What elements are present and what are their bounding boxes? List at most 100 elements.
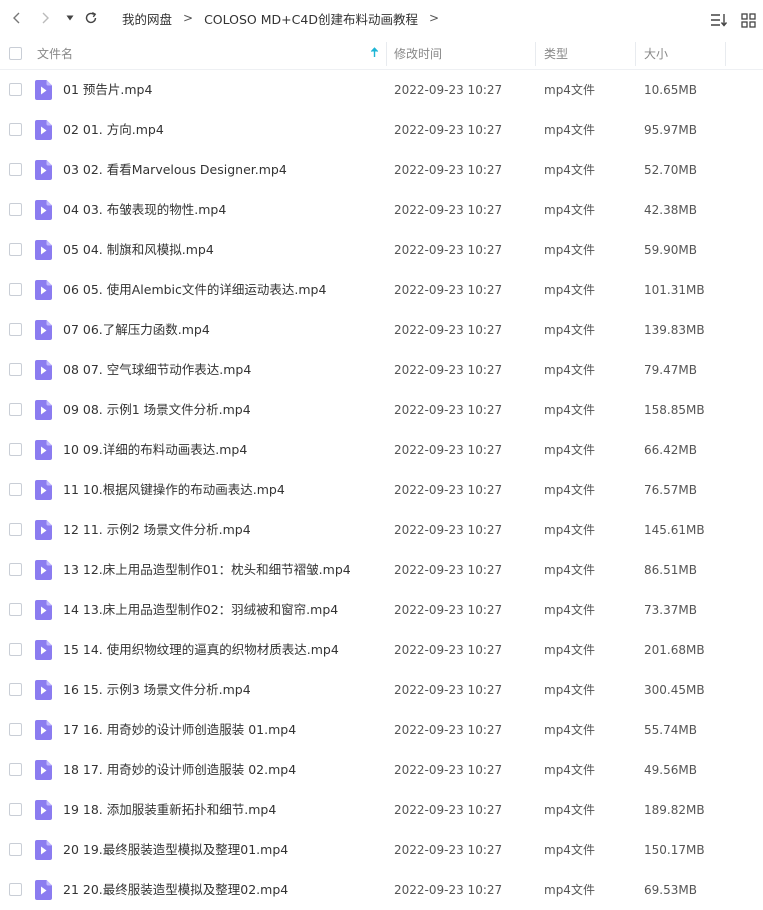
view-toggle-button[interactable] (737, 9, 759, 31)
row-checkbox[interactable] (9, 883, 22, 896)
breadcrumb-item-current[interactable]: COLOSO MD+C4D创建布料动画教程 (204, 9, 418, 28)
row-checkbox[interactable] (9, 683, 22, 696)
file-name[interactable]: 12 11. 示例2 场景文件分析.mp4 (63, 510, 251, 550)
column-divider[interactable] (535, 42, 536, 66)
file-modified-time: 2022-09-23 10:27 (394, 283, 503, 297)
file-row[interactable]: 16 15. 示例3 场景文件分析.mp4 2022-09-23 10:27 m… (0, 670, 763, 710)
file-row[interactable]: 04 03. 布皱表现的物性.mp4 2022-09-23 10:27 mp4文… (0, 190, 763, 230)
row-checkbox[interactable] (9, 163, 22, 176)
column-divider[interactable] (635, 42, 636, 66)
file-name[interactable]: 09 08. 示例1 场景文件分析.mp4 (63, 390, 251, 430)
column-header-size[interactable]: 大小 (644, 36, 724, 70)
row-checkbox[interactable] (9, 603, 22, 616)
breadcrumb-separator[interactable]: > (429, 11, 439, 25)
file-modified-time: 2022-09-23 10:27 (394, 83, 503, 97)
file-name[interactable]: 10 09.详细的布料动画表达.mp4 (63, 430, 247, 470)
row-checkbox[interactable] (9, 563, 22, 576)
file-name[interactable]: 20 19.最终服装造型模拟及整理01.mp4 (63, 830, 288, 870)
breadcrumb-item-root[interactable]: 我的网盘 (122, 9, 172, 28)
file-modified-time: 2022-09-23 10:27 (394, 563, 503, 577)
file-row[interactable]: 08 07. 空气球细节动作表达.mp4 2022-09-23 10:27 mp… (0, 350, 763, 390)
video-file-icon (35, 800, 52, 820)
select-all-checkbox[interactable] (9, 47, 22, 60)
file-row[interactable]: 15 14. 使用织物纹理的逼真的织物材质表达.mp4 2022-09-23 1… (0, 630, 763, 670)
file-name[interactable]: 19 18. 添加服装重新拓扑和细节.mp4 (63, 790, 276, 830)
breadcrumb: 我的网盘 > COLOSO MD+C4D创建布料动画教程 > (122, 0, 450, 36)
file-modified-time: 2022-09-23 10:27 (394, 883, 503, 897)
file-name[interactable]: 07 06.了解压力函数.mp4 (63, 310, 210, 350)
sort-ascending-icon (370, 47, 379, 57)
column-divider[interactable] (725, 42, 726, 66)
row-checkbox[interactable] (9, 323, 22, 336)
row-checkbox[interactable] (9, 243, 22, 256)
file-row[interactable]: 03 02. 看看Marvelous Designer.mp4 2022-09-… (0, 150, 763, 190)
file-name[interactable]: 02 01. 方向.mp4 (63, 110, 164, 150)
file-row[interactable]: 07 06.了解压力函数.mp4 2022-09-23 10:27 mp4文件 … (0, 310, 763, 350)
file-name[interactable]: 16 15. 示例3 场景文件分析.mp4 (63, 670, 251, 710)
column-header-modified[interactable]: 修改时间 (394, 36, 534, 70)
file-type: mp4文件 (544, 763, 595, 777)
file-name[interactable]: 08 07. 空气球细节动作表达.mp4 (63, 350, 251, 390)
row-checkbox[interactable] (9, 203, 22, 216)
file-name[interactable]: 04 03. 布皱表现的物性.mp4 (63, 190, 226, 230)
chevron-right-icon (42, 12, 49, 24)
history-dropdown-button[interactable] (60, 7, 80, 29)
file-modified-time: 2022-09-23 10:27 (394, 843, 503, 857)
file-row[interactable]: 06 05. 使用Alembic文件的详细运动表达.mp4 2022-09-23… (0, 270, 763, 310)
file-row[interactable]: 13 12.床上用品造型制作01：枕头和细节褶皱.mp4 2022-09-23 … (0, 550, 763, 590)
row-checkbox[interactable] (9, 643, 22, 656)
row-checkbox[interactable] (9, 763, 22, 776)
refresh-button[interactable] (80, 7, 102, 29)
row-checkbox[interactable] (9, 443, 22, 456)
row-checkbox[interactable] (9, 363, 22, 376)
file-row[interactable]: 11 10.根据风键操作的布动画表达.mp4 2022-09-23 10:27 … (0, 470, 763, 510)
file-name[interactable]: 13 12.床上用品造型制作01：枕头和细节褶皱.mp4 (63, 550, 351, 590)
file-name[interactable]: 05 04. 制旗和风模拟.mp4 (63, 230, 214, 270)
forward-button[interactable] (34, 7, 56, 29)
file-modified-time: 2022-09-23 10:27 (394, 243, 503, 257)
row-checkbox[interactable] (9, 483, 22, 496)
row-checkbox[interactable] (9, 723, 22, 736)
row-checkbox[interactable] (9, 803, 22, 816)
file-name[interactable]: 03 02. 看看Marvelous Designer.mp4 (63, 150, 287, 190)
file-name[interactable]: 14 13.床上用品造型制作02：羽绒被和窗帘.mp4 (63, 590, 338, 630)
file-size: 76.57MB (644, 483, 697, 497)
sort-list-icon (711, 14, 728, 27)
column-divider[interactable] (386, 42, 387, 66)
file-name[interactable]: 17 16. 用奇妙的设计师创造服装 01.mp4 (63, 710, 296, 750)
file-row[interactable]: 21 20.最终服装造型模拟及整理02.mp4 2022-09-23 10:27… (0, 870, 763, 910)
file-name[interactable]: 18 17. 用奇妙的设计师创造服装 02.mp4 (63, 750, 296, 790)
file-name[interactable]: 01 预告片.mp4 (63, 70, 152, 110)
file-row[interactable]: 19 18. 添加服装重新拓扑和细节.mp4 2022-09-23 10:27 … (0, 790, 763, 830)
file-name[interactable]: 15 14. 使用织物纹理的逼真的织物材质表达.mp4 (63, 630, 339, 670)
column-header-type[interactable]: 类型 (544, 36, 634, 70)
back-button[interactable] (6, 7, 28, 29)
sort-button[interactable] (708, 9, 730, 31)
file-row[interactable]: 01 预告片.mp4 2022-09-23 10:27 mp4文件 10.65M… (0, 70, 763, 110)
file-type: mp4文件 (544, 603, 595, 617)
file-row[interactable]: 14 13.床上用品造型制作02：羽绒被和窗帘.mp4 2022-09-23 1… (0, 590, 763, 630)
row-checkbox[interactable] (9, 403, 22, 416)
file-row[interactable]: 20 19.最终服装造型模拟及整理01.mp4 2022-09-23 10:27… (0, 830, 763, 870)
row-checkbox[interactable] (9, 523, 22, 536)
row-checkbox[interactable] (9, 283, 22, 296)
row-checkbox[interactable] (9, 123, 22, 136)
file-name[interactable]: 11 10.根据风键操作的布动画表达.mp4 (63, 470, 285, 510)
column-header-name[interactable]: 文件名 (37, 36, 385, 70)
file-row[interactable]: 12 11. 示例2 场景文件分析.mp4 2022-09-23 10:27 m… (0, 510, 763, 550)
row-checkbox[interactable] (9, 843, 22, 856)
video-file-icon (35, 120, 52, 140)
file-row[interactable]: 05 04. 制旗和风模拟.mp4 2022-09-23 10:27 mp4文件… (0, 230, 763, 270)
file-name[interactable]: 06 05. 使用Alembic文件的详细运动表达.mp4 (63, 270, 326, 310)
file-type: mp4文件 (544, 563, 595, 577)
file-size: 49.56MB (644, 763, 697, 777)
file-row[interactable]: 10 09.详细的布料动画表达.mp4 2022-09-23 10:27 mp4… (0, 430, 763, 470)
file-row[interactable]: 18 17. 用奇妙的设计师创造服装 02.mp4 2022-09-23 10:… (0, 750, 763, 790)
file-modified-time: 2022-09-23 10:27 (394, 483, 503, 497)
file-row[interactable]: 17 16. 用奇妙的设计师创造服装 01.mp4 2022-09-23 10:… (0, 710, 763, 750)
file-type: mp4文件 (544, 163, 595, 177)
file-row[interactable]: 02 01. 方向.mp4 2022-09-23 10:27 mp4文件 95.… (0, 110, 763, 150)
row-checkbox[interactable] (9, 83, 22, 96)
file-row[interactable]: 09 08. 示例1 场景文件分析.mp4 2022-09-23 10:27 m… (0, 390, 763, 430)
file-name[interactable]: 21 20.最终服装造型模拟及整理02.mp4 (63, 870, 288, 910)
